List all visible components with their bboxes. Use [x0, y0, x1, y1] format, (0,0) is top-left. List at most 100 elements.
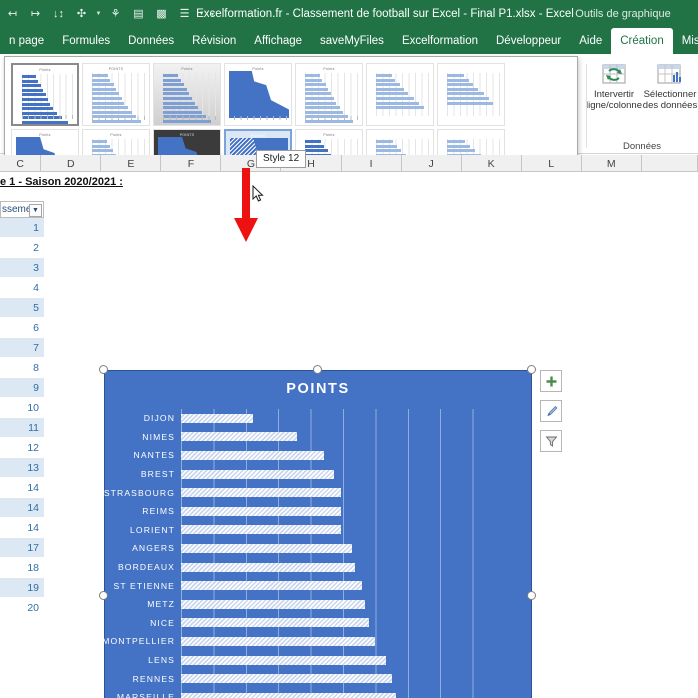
tab-savemyfiles[interactable]: saveMyFiles [311, 28, 393, 54]
rank-cell[interactable]: 4 [0, 278, 44, 298]
rank-cell[interactable]: 8 [0, 358, 44, 378]
menu-icon[interactable]: ☰ [174, 4, 195, 25]
chart-style-thumb-2[interactable]: POINTS [82, 63, 150, 126]
chart-bar-row[interactable]: NICE [150, 614, 505, 633]
chart-bar-row[interactable]: BREST [141, 465, 505, 484]
rank-cell[interactable]: 19 [0, 578, 44, 598]
tab-formules[interactable]: Formules [53, 28, 119, 54]
chart-bar-row[interactable]: MONTPELLIER [102, 632, 505, 651]
rank-cell[interactable]: 3 [0, 258, 44, 278]
column-header-l[interactable]: L [522, 155, 582, 172]
chart-style-thumb-5[interactable]: Points [295, 63, 363, 126]
rank-cell[interactable]: 10 [0, 398, 44, 418]
tab-developpeur[interactable]: Développeur [487, 28, 570, 54]
rank-cell[interactable]: 6 [0, 318, 44, 338]
rank-cell[interactable]: 9 [0, 378, 44, 398]
chart-bar[interactable] [181, 432, 297, 442]
chart-bar-row[interactable]: METZ [147, 595, 505, 614]
rank-cell[interactable]: 7 [0, 338, 44, 358]
column-header-i[interactable]: I [342, 155, 402, 172]
chart-bar[interactable] [181, 618, 369, 628]
chart-filters-button[interactable] [540, 430, 562, 452]
filter-dropdown-icon[interactable]: ▼ [29, 204, 42, 217]
chart-style-thumb-7[interactable] [437, 63, 505, 126]
resize-handle-mr[interactable] [527, 591, 536, 600]
sort-icon[interactable]: ↓↕ [48, 4, 69, 25]
rank-cell[interactable]: 17 [0, 538, 44, 558]
tab-mise-en-page[interactable]: n page [0, 28, 53, 54]
chart-bar[interactable] [181, 488, 342, 498]
chevron-down-icon[interactable]: ▼ [94, 11, 103, 17]
column-header-c[interactable]: C [0, 155, 42, 172]
chart-bar-row[interactable]: NIMES [142, 428, 505, 447]
rank-cell[interactable]: 11 [0, 418, 44, 438]
tab-excelformation[interactable]: Excelformation [393, 28, 487, 54]
chart-style-thumb-6[interactable] [366, 63, 434, 126]
column-header-d[interactable]: D [41, 155, 102, 172]
macro-icon[interactable]: ▩ [151, 4, 172, 25]
chart-bar[interactable] [181, 599, 366, 609]
tab-donnees[interactable]: Données [119, 28, 183, 54]
resize-handle-tl[interactable] [99, 365, 108, 374]
rank-cell[interactable]: 1 [0, 218, 44, 238]
chart-bar[interactable] [181, 674, 393, 684]
resize-handle-tc[interactable] [313, 365, 322, 374]
chart-bar[interactable] [181, 581, 362, 591]
namebox-icon[interactable]: ▤ [128, 4, 149, 25]
chart-bar-row[interactable]: ANGERS [132, 539, 505, 558]
chart-bar-row[interactable]: STRASBOURG [104, 483, 505, 502]
resize-handle-ml[interactable] [99, 591, 108, 600]
chart-bar[interactable] [181, 506, 342, 516]
chart-bar[interactable] [181, 469, 335, 479]
chart-bar[interactable] [181, 655, 386, 665]
rank-cell[interactable]: 5 [0, 298, 44, 318]
switch-row-column-button[interactable]: Intervertir ligne/colonne [586, 58, 642, 111]
column-header-n[interactable] [642, 155, 698, 172]
chart-bar-row[interactable]: DIJON [144, 409, 505, 428]
chart-style-thumb-1[interactable]: Points [11, 63, 79, 126]
rank-cell[interactable]: 13 [0, 458, 44, 478]
chart-bar[interactable] [181, 543, 352, 553]
chart-bar[interactable] [181, 413, 253, 423]
function-icon[interactable]: ✣ [71, 4, 92, 25]
chart-bar[interactable] [181, 636, 376, 646]
resize-handle-tr[interactable] [527, 365, 536, 374]
redo-icon[interactable]: ↦ [25, 4, 46, 25]
chart-object[interactable]: POINTS DIJON NIMES NANTES BREST STRASBOURG RE… [99, 365, 562, 698]
tab-creation[interactable]: Création [611, 28, 673, 54]
rank-cell[interactable]: 14 [0, 478, 44, 498]
tab-aide[interactable]: Aide [570, 28, 611, 54]
chart-title[interactable]: POINTS [105, 381, 531, 397]
column-header-j[interactable]: J [402, 155, 462, 172]
tab-revision[interactable]: Révision [183, 28, 245, 54]
chart-bar[interactable] [181, 692, 396, 698]
chart-bar-row[interactable]: BORDEAUX [118, 558, 505, 577]
chart-bar-row[interactable]: REIMS [142, 502, 505, 521]
chart-bar-row[interactable]: LENS [148, 651, 505, 670]
tab-mise-en-forme[interactable]: Mise en forme [673, 28, 698, 54]
column-header-m[interactable]: M [582, 155, 642, 172]
chart-bar[interactable] [181, 525, 342, 535]
rank-cell[interactable]: 2 [0, 238, 44, 258]
chart-bar-row[interactable]: RENNES [133, 669, 505, 688]
tab-affichage[interactable]: Affichage [245, 28, 311, 54]
rank-cell[interactable]: 14 [0, 518, 44, 538]
chart-style-thumb-3[interactable]: Points [153, 63, 221, 126]
chart-bar-row[interactable]: MARSEILLE [117, 688, 505, 698]
column-header-f[interactable]: F [161, 155, 222, 172]
table-filter-header[interactable]: sseme ▼ [0, 201, 44, 218]
rank-cell[interactable]: 12 [0, 438, 44, 458]
chart-styles-button[interactable] [540, 400, 562, 422]
column-header-e[interactable]: E [101, 155, 162, 172]
rank-cell[interactable]: 14 [0, 498, 44, 518]
rank-cell[interactable]: 20 [0, 598, 44, 618]
rank-cell[interactable]: 18 [0, 558, 44, 578]
chart-elements-button[interactable] [540, 370, 562, 392]
chart-bar[interactable] [181, 450, 325, 460]
chart-bar-row[interactable]: ST ETIENNE [114, 576, 505, 595]
undo-icon[interactable]: ↤ [2, 4, 23, 25]
chart-style-thumb-4[interactable]: Points [224, 63, 292, 126]
hierarchy-icon[interactable]: ⚘ [105, 4, 126, 25]
column-header-k[interactable]: K [462, 155, 522, 172]
chart-bar-row[interactable]: LORIENT [130, 521, 505, 540]
